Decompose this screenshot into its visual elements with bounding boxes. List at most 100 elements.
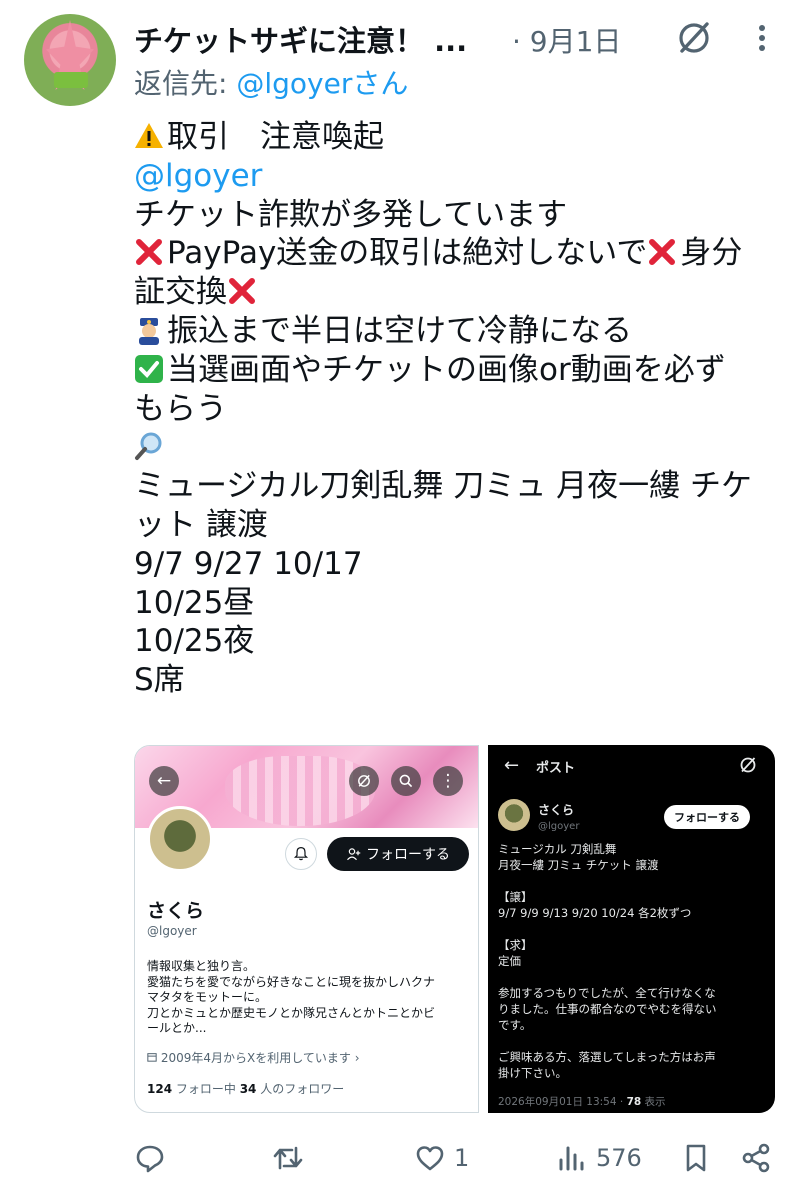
notification-bell-icon xyxy=(285,838,317,870)
repost-button[interactable] xyxy=(272,1136,304,1180)
reply-to: 返信先: @lgoyerさん xyxy=(134,62,408,102)
bio-line: マタタをモットーに。 xyxy=(147,990,268,1004)
warning-icon xyxy=(135,123,163,148)
text-line-12: 9/7 9/27 10/17 xyxy=(134,545,363,582)
post-header-title: ポスト xyxy=(536,761,576,776)
text-line-1-content: 取引 注意喚起 xyxy=(167,119,384,155)
police-officer-icon xyxy=(139,317,159,345)
bookmark-button[interactable] xyxy=(680,1136,712,1180)
bio-line: 愛猫たちを愛でながら好きなことに現を抜かしハクナ xyxy=(147,974,436,989)
post-views-count: 78 xyxy=(626,1096,642,1108)
grok-icon xyxy=(349,766,379,796)
post-author-handle: @lgoyer xyxy=(538,821,580,832)
followers-label: 人のフォロワー xyxy=(256,1082,345,1096)
calendar-icon xyxy=(147,1053,157,1062)
heart-icon xyxy=(416,1146,444,1171)
text-line-6-content: 振込まで半日は空けて冷静になる xyxy=(167,312,632,349)
text-line-4a: PayPay送金の取引は絶対しないで xyxy=(167,235,648,272)
joined-text: 2009年4月からXを利用しています xyxy=(160,1051,351,1065)
share-icon xyxy=(742,1143,770,1173)
back-arrow-icon: ← xyxy=(504,755,520,776)
post-meta: 2026年09月01日 13:54 · 78 表示 xyxy=(498,1094,666,1109)
text-line-5-content: 証交換 xyxy=(134,274,227,311)
profile-follow-counts: 124 フォロー中 34 人のフォロワー xyxy=(147,1080,344,1097)
profile-handle: @lgoyer xyxy=(147,924,197,938)
text-line-4b: 身分 xyxy=(680,235,743,272)
reply-button[interactable] xyxy=(134,1136,166,1180)
text-line-7: 当選画面やチケットの画像or動画を必ず xyxy=(134,351,774,390)
text-mention[interactable]: @lgoyer xyxy=(134,157,774,196)
post-text-line: 【求】 xyxy=(498,938,533,952)
magnifying-glass-icon xyxy=(135,432,162,461)
bio-line: 情報収集と独り言。 xyxy=(147,959,256,973)
attached-image-profile[interactable]: ← ⋮ フォローする さくら @lgoyer 情報収集と独り言。 愛猫たちを愛で… xyxy=(134,745,479,1113)
grok-icon xyxy=(740,757,756,773)
text-line-15: S席 xyxy=(134,662,185,699)
profile-name: さくら xyxy=(147,900,205,922)
reply-prefix: 返信先: xyxy=(134,67,237,100)
text-line-13: 10/25昼 xyxy=(134,584,255,621)
text-line-7-content: 当選画面やチケットの画像or動画を必ず xyxy=(167,351,726,388)
check-mark-icon xyxy=(135,354,163,383)
cross-mark-icon xyxy=(136,239,162,266)
text-line-9 xyxy=(134,428,774,467)
author-avatar[interactable] xyxy=(24,14,116,106)
display-name[interactable]: チケットサギに注意！ ... xyxy=(134,18,467,60)
more-options-icon[interactable] xyxy=(744,20,780,56)
share-button[interactable] xyxy=(740,1136,772,1180)
follow-button: フォローする xyxy=(327,837,469,871)
cross-mark-icon xyxy=(649,239,676,266)
post-text: ミュージカル 刀剣乱舞 月夜一縷 刀ミュ チケット 譲渡 【譲】 9/7 9/9… xyxy=(498,841,768,1081)
text-line-11: ット 譲渡 xyxy=(134,506,268,543)
attached-image-post[interactable]: ← ポスト さくら @lgoyer フォローする ミュージカル 刀剣乱舞 月夜一… xyxy=(488,745,775,1113)
repost-icon xyxy=(273,1146,303,1170)
post-text-line: 月夜一縷 刀ミュ チケット 譲渡 xyxy=(498,858,659,872)
post-text-line: 【譲】 xyxy=(498,890,533,904)
reply-handle[interactable]: @lgoyer xyxy=(236,67,352,100)
post-text-line: ご興味ある方、落選してしまった方はお声 xyxy=(498,1050,716,1064)
more-options-icon: ⋮ xyxy=(433,766,463,796)
text-line-6: 振込まで半日は空けて冷静になる xyxy=(134,312,774,351)
post-text-line: ミュージカル 刀剣乱舞 xyxy=(498,842,617,856)
views-count: 576 xyxy=(596,1144,642,1172)
add-user-icon xyxy=(347,847,361,860)
views-button[interactable]: 576 xyxy=(556,1136,642,1180)
bookmark-icon xyxy=(686,1144,706,1172)
post-text-line: 参加するつもりでしたが、全て行けなくな xyxy=(498,986,716,1000)
post-text-line xyxy=(498,873,768,889)
text-line-4: PayPay送金の取引は絶対しないで 身分 xyxy=(134,234,774,273)
post-text-line: 9/7 9/9 9/13 9/20 10/24 各2枚ずつ xyxy=(498,906,692,920)
post-text-line: りました。仕事の都合なのでやむを得ない xyxy=(498,1002,717,1016)
like-count: 1 xyxy=(454,1144,470,1172)
profile-bio: 情報収集と独り言。 愛猫たちを愛でながら好きなことに現を抜かしハクナ マタタをモ… xyxy=(147,959,472,1037)
views-chart-icon xyxy=(559,1146,584,1171)
post-follow-button: フォローする xyxy=(664,805,750,829)
post-text-line: 定価 xyxy=(498,954,521,968)
avatar-detail xyxy=(54,72,88,88)
text-line-8: もらう xyxy=(134,390,227,427)
profile-avatar xyxy=(147,806,213,872)
reply-icon xyxy=(136,1145,164,1173)
followers-count: 34 xyxy=(239,1082,257,1096)
search-icon xyxy=(391,766,421,796)
following-label: フォロー中 xyxy=(172,1082,240,1096)
post-text-line xyxy=(498,1033,768,1049)
follow-button-label: フォローする xyxy=(366,847,450,863)
like-button[interactable]: 1 xyxy=(414,1136,469,1180)
text-line-3: チケット詐欺が多発しています xyxy=(134,196,568,233)
grok-icon[interactable] xyxy=(674,18,714,58)
post-text-line xyxy=(498,921,768,937)
bio-line: ールとか... xyxy=(147,1021,207,1035)
tweet-date[interactable]: · 9月1日 xyxy=(512,20,621,60)
cross-mark-icon xyxy=(229,278,255,305)
action-bar: 1 576 xyxy=(134,1136,784,1180)
bio-line: 刀とかミュとか歴史モノとか隊兄さんとかトニとかビ xyxy=(147,1005,436,1020)
text-line-14: 10/25夜 xyxy=(134,623,255,660)
post-text-line: 掛け下さい。 xyxy=(498,1066,567,1080)
profile-joined: 2009年4月からXを利用しています › xyxy=(147,1049,360,1066)
post-avatar xyxy=(498,799,530,831)
post-timestamp: 2026年09月01日 13:54 · xyxy=(498,1096,627,1108)
back-arrow-icon: ← xyxy=(149,766,179,796)
text-line-1: 取引 注意喚起 xyxy=(134,118,774,157)
post-text-line xyxy=(498,969,768,985)
